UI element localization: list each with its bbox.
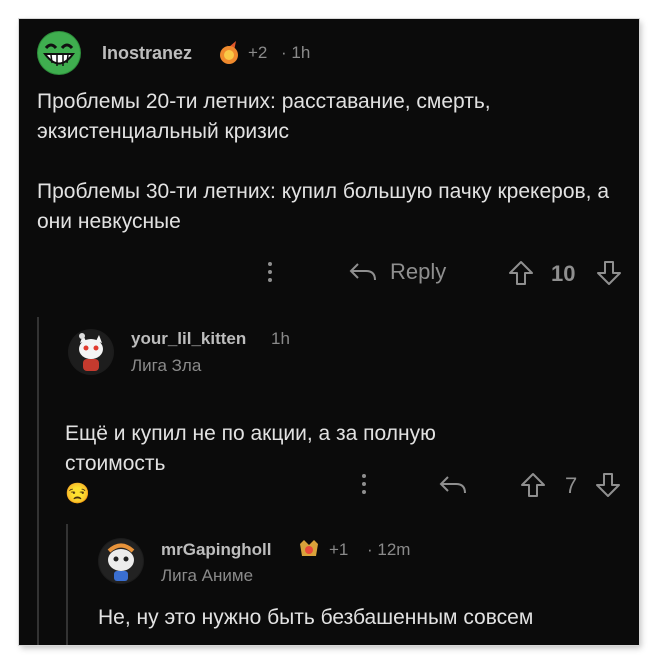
- snoo-avatar-icon: [69, 330, 113, 374]
- award-count: +1: [329, 540, 349, 559]
- thread-line[interactable]: [66, 524, 68, 645]
- reply-label: Reply: [390, 259, 447, 284]
- award-icon: [296, 536, 322, 562]
- avatar[interactable]: [68, 329, 114, 375]
- vote-score: 10: [551, 261, 576, 286]
- timestamp: · 12m: [367, 540, 411, 559]
- upvote-button[interactable]: [508, 260, 534, 286]
- award-icon: [216, 38, 242, 66]
- downvote-button[interactable]: [595, 472, 621, 498]
- unamused-face-icon: 😒: [65, 483, 90, 505]
- timestamp: · 1h: [281, 43, 311, 62]
- comment-body: Проблемы 20-ти летних: расставание, смер…: [37, 90, 610, 233]
- reply-button[interactable]: Reply: [348, 259, 446, 285]
- downvote-arrow-icon: [597, 261, 621, 285]
- vertical-dots-icon: [362, 474, 366, 494]
- timestamp: 1h: [271, 329, 290, 348]
- thread-line[interactable]: [37, 317, 39, 645]
- more-options-button[interactable]: [359, 471, 369, 497]
- snoo-avatar-icon: [99, 539, 143, 583]
- award-count: +2: [248, 43, 268, 62]
- more-options-button[interactable]: [265, 259, 275, 285]
- downvote-button[interactable]: [596, 260, 622, 286]
- avatar[interactable]: [37, 31, 81, 75]
- upvote-button[interactable]: [520, 472, 546, 498]
- username[interactable]: your_lil_kitten: [131, 329, 246, 349]
- username[interactable]: mrGapingholl: [161, 540, 272, 560]
- reply-icon: [439, 476, 466, 494]
- user-flair: Лига Зла: [131, 356, 202, 375]
- downvote-arrow-icon: [596, 473, 620, 497]
- avatar[interactable]: [98, 538, 144, 584]
- comment-body: Не, ну это нужно быть безбашенным совсем: [98, 606, 534, 629]
- comment-thread: Inostranez +2 · 1h Проблемы 20-ти летних…: [19, 19, 639, 645]
- upvote-arrow-icon: [521, 473, 545, 497]
- vertical-dots-icon: [268, 262, 272, 282]
- grinning-face-icon: [38, 32, 80, 74]
- vote-score: 7: [565, 473, 578, 498]
- reply-icon: [349, 263, 376, 281]
- reply-button[interactable]: [438, 473, 468, 497]
- user-flair: Лига Аниме: [161, 566, 254, 585]
- comment-text: Ещё и купил не по акции, а за полную сто…: [65, 422, 436, 475]
- username[interactable]: Inostranez: [102, 43, 192, 64]
- upvote-arrow-icon: [509, 261, 533, 285]
